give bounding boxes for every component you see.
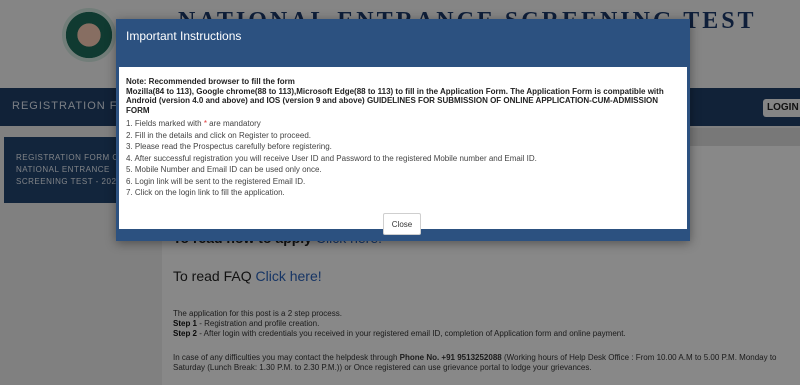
list-item: 5. Mobile Number and Email ID can be use… (126, 165, 322, 174)
instructions-list: 1. Fields marked with * are mandatory 2.… (126, 118, 679, 199)
list-item: 1. Fields marked with * are mandatory (126, 118, 679, 130)
browser-note-heading: Note: Recommended browser to fill the fo… (126, 77, 295, 86)
list-item: 4. After successful registration you wil… (126, 153, 537, 163)
modal-body: Note: Recommended browser to fill the fo… (119, 67, 687, 229)
list-item: 2. Fill in the details and click on Regi… (126, 130, 311, 140)
list-item: 6. Login link will be sent to the regist… (126, 176, 306, 186)
list-item: 7. Click on the login link to fill the a… (126, 188, 285, 197)
instructions-modal: Important Instructions Note: Recommended… (116, 19, 690, 241)
item-1-text-before: 1. Fields marked with (126, 119, 204, 128)
browser-compatibility-note: Mozilla(84 to 113), Google chrome(88 to … (126, 86, 664, 115)
modal-title: Important Instructions (126, 29, 242, 43)
close-button[interactable]: Close (383, 213, 421, 235)
list-item: 3. Please read the Prospectus carefully … (126, 142, 332, 151)
item-1-text-after: are mandatory (206, 119, 261, 128)
